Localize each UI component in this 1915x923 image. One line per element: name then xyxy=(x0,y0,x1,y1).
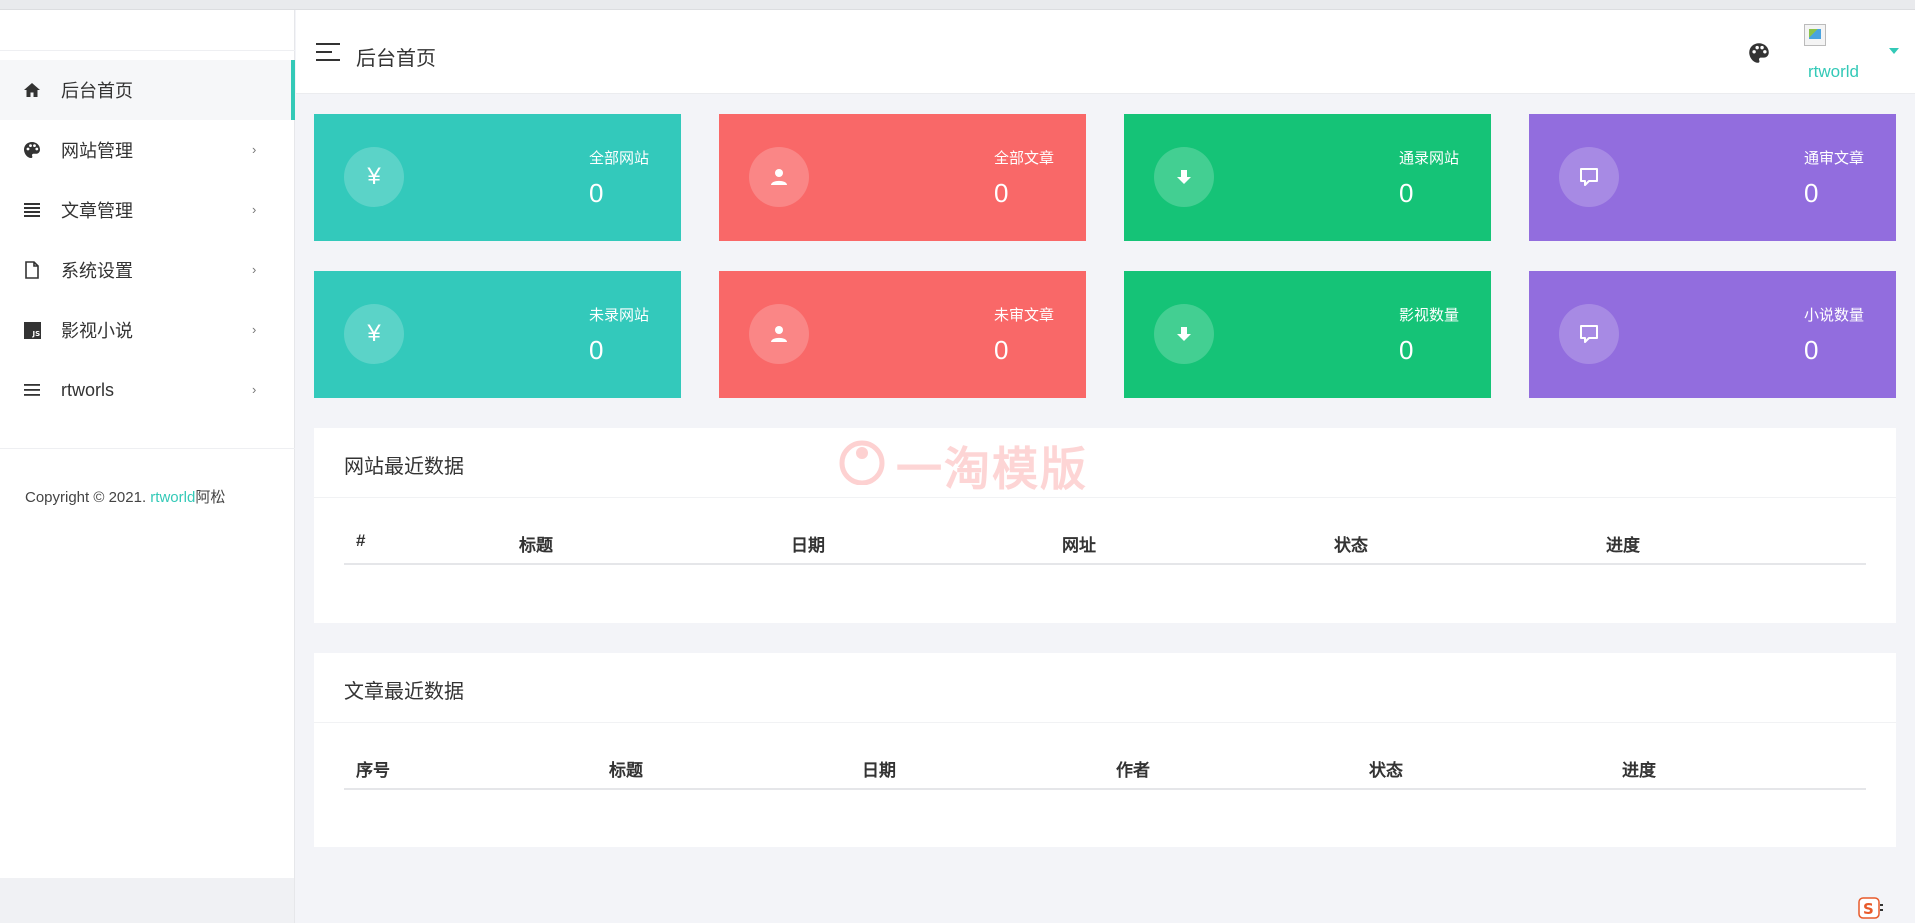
card-value: 0 xyxy=(1399,178,1414,208)
sidebar-divider xyxy=(0,448,295,449)
table-header: 序号 标题 日期 作者 状态 进度 xyxy=(344,756,1866,790)
chevron-down-icon[interactable] xyxy=(1889,48,1899,54)
sidebar: 后台首页 网站管理 › 文章管理 › 系统设置 › JS 影视小说 › rtwo… xyxy=(0,10,295,878)
card-value: 0 xyxy=(589,335,604,365)
panel-title: 网站最近数据 xyxy=(344,456,464,478)
home-icon xyxy=(22,80,42,100)
theme-palette-icon[interactable] xyxy=(1748,42,1770,64)
sidebar-item-label: 后台首页 xyxy=(61,81,133,101)
column-header[interactable]: 进度 xyxy=(1606,531,1640,556)
user-icon xyxy=(749,304,809,364)
download-icon xyxy=(1154,147,1214,207)
card-value: 0 xyxy=(994,178,1009,208)
sidebar-item-article-management[interactable]: 文章管理 › xyxy=(0,180,295,240)
menu-icon xyxy=(22,380,42,400)
site-recent-data-panel: 网站最近数据 # 标题 日期 网址 状态 进度 xyxy=(314,428,1896,623)
copyright-prefix: Copyright © 2021. xyxy=(25,489,151,506)
stat-card-unreviewed-articles[interactable]: 未审文章 0 xyxy=(719,271,1086,398)
card-label: 全部网站 xyxy=(589,150,650,167)
watermark-logo-icon xyxy=(839,440,885,485)
column-header[interactable]: 日期 xyxy=(791,531,825,556)
svg-text:JS: JS xyxy=(31,330,40,338)
chevron-right-icon: › xyxy=(252,382,257,397)
yen-icon: ¥ xyxy=(344,304,404,364)
comment-icon xyxy=(1559,147,1619,207)
yen-icon: ¥ xyxy=(344,147,404,207)
sidebar-item-home[interactable]: 后台首页 xyxy=(0,60,295,120)
article-recent-data-panel: 文章最近数据 序号 标题 日期 作者 状态 进度 xyxy=(314,653,1896,847)
card-label: 通录网站 xyxy=(1399,150,1460,167)
sidebar-item-rtworls[interactable]: rtworls › xyxy=(0,360,295,420)
js-icon: JS xyxy=(22,320,42,340)
file-icon xyxy=(22,260,42,280)
card-label: 小说数量 xyxy=(1804,307,1865,324)
sidebar-item-label: rtworls xyxy=(61,379,114,400)
copyright-brand-link[interactable]: rtworld xyxy=(150,489,195,506)
sidebar-divider xyxy=(0,50,295,51)
page-title: 后台首页 xyxy=(356,48,436,70)
stat-card-approved-articles[interactable]: 通审文章 0 xyxy=(1529,114,1896,241)
chevron-right-icon: › xyxy=(252,262,257,277)
sidebar-item-system-settings[interactable]: 系统设置 › xyxy=(0,240,295,300)
chevron-right-icon: › xyxy=(252,202,257,217)
top-header: 后台首页 rtworld xyxy=(296,10,1915,94)
column-header[interactable]: 日期 xyxy=(862,756,896,781)
card-label: 全部文章 xyxy=(994,150,1055,167)
palette-icon xyxy=(22,140,42,160)
card-label: 影视数量 xyxy=(1399,307,1460,324)
sidebar-nav: 后台首页 网站管理 › 文章管理 › 系统设置 › JS 影视小说 › rtwo… xyxy=(0,60,295,420)
card-value: 0 xyxy=(589,178,604,208)
panel-divider xyxy=(314,497,1896,498)
chevron-right-icon: › xyxy=(252,322,257,337)
sidebar-item-label: 文章管理 xyxy=(61,201,133,221)
watermark-text: 一淘模版 xyxy=(896,443,1088,495)
column-header[interactable]: 状态 xyxy=(1369,756,1403,781)
comment-icon xyxy=(1559,304,1619,364)
sidebar-item-label: 网站管理 xyxy=(61,141,133,161)
hamburger-menu-icon[interactable] xyxy=(316,43,340,61)
browser-toolbar-strip xyxy=(0,0,1915,10)
copyright: Copyright © 2021. rtworld阿松 xyxy=(25,486,225,507)
column-header[interactable]: 进度 xyxy=(1622,756,1656,781)
column-header[interactable]: # xyxy=(356,531,365,551)
user-name[interactable]: rtworld xyxy=(1808,62,1859,82)
stat-card-movie-count[interactable]: 影视数量 0 xyxy=(1124,271,1491,398)
stat-card-novel-count[interactable]: 小说数量 0 xyxy=(1529,271,1896,398)
card-value: 0 xyxy=(1804,178,1819,208)
copyright-suffix: 阿松 xyxy=(195,489,226,506)
download-icon xyxy=(1154,304,1214,364)
panel-divider xyxy=(314,722,1896,723)
table-header: # 标题 日期 网址 状态 进度 xyxy=(344,531,1866,565)
column-header[interactable]: 标题 xyxy=(609,756,643,781)
stat-card-indexed-sites[interactable]: 通录网站 0 xyxy=(1124,114,1491,241)
list-icon xyxy=(22,200,42,220)
chevron-right-icon: › xyxy=(252,142,257,157)
column-header[interactable]: 状态 xyxy=(1334,531,1368,556)
input-method-tray-icon[interactable]: S xyxy=(1858,896,1884,920)
card-label: 通审文章 xyxy=(1804,150,1865,167)
user-icon xyxy=(749,147,809,207)
sidebar-footer-area xyxy=(0,878,295,923)
stat-card-all-articles[interactable]: 全部文章 0 xyxy=(719,114,1086,241)
sidebar-item-label: 影视小说 xyxy=(61,321,133,341)
svg-text:S: S xyxy=(1863,900,1874,918)
avatar[interactable] xyxy=(1804,24,1826,46)
card-value: 0 xyxy=(1399,335,1414,365)
panel-title: 文章最近数据 xyxy=(344,681,464,703)
stat-card-unindexed-sites[interactable]: ¥ 未录网站 0 xyxy=(314,271,681,398)
card-label: 未审文章 xyxy=(994,307,1055,324)
sidebar-item-label: 系统设置 xyxy=(61,261,133,281)
sidebar-item-movies-novels[interactable]: JS 影视小说 › xyxy=(0,300,295,360)
card-value: 0 xyxy=(1804,335,1819,365)
column-header[interactable]: 作者 xyxy=(1116,756,1150,781)
sidebar-item-site-management[interactable]: 网站管理 › xyxy=(0,120,295,180)
card-label: 未录网站 xyxy=(589,307,650,324)
column-header[interactable]: 序号 xyxy=(356,756,390,781)
card-value: 0 xyxy=(994,335,1009,365)
stat-card-all-sites[interactable]: ¥ 全部网站 0 xyxy=(314,114,681,241)
column-header[interactable]: 网址 xyxy=(1062,531,1096,556)
column-header[interactable]: 标题 xyxy=(519,531,553,556)
